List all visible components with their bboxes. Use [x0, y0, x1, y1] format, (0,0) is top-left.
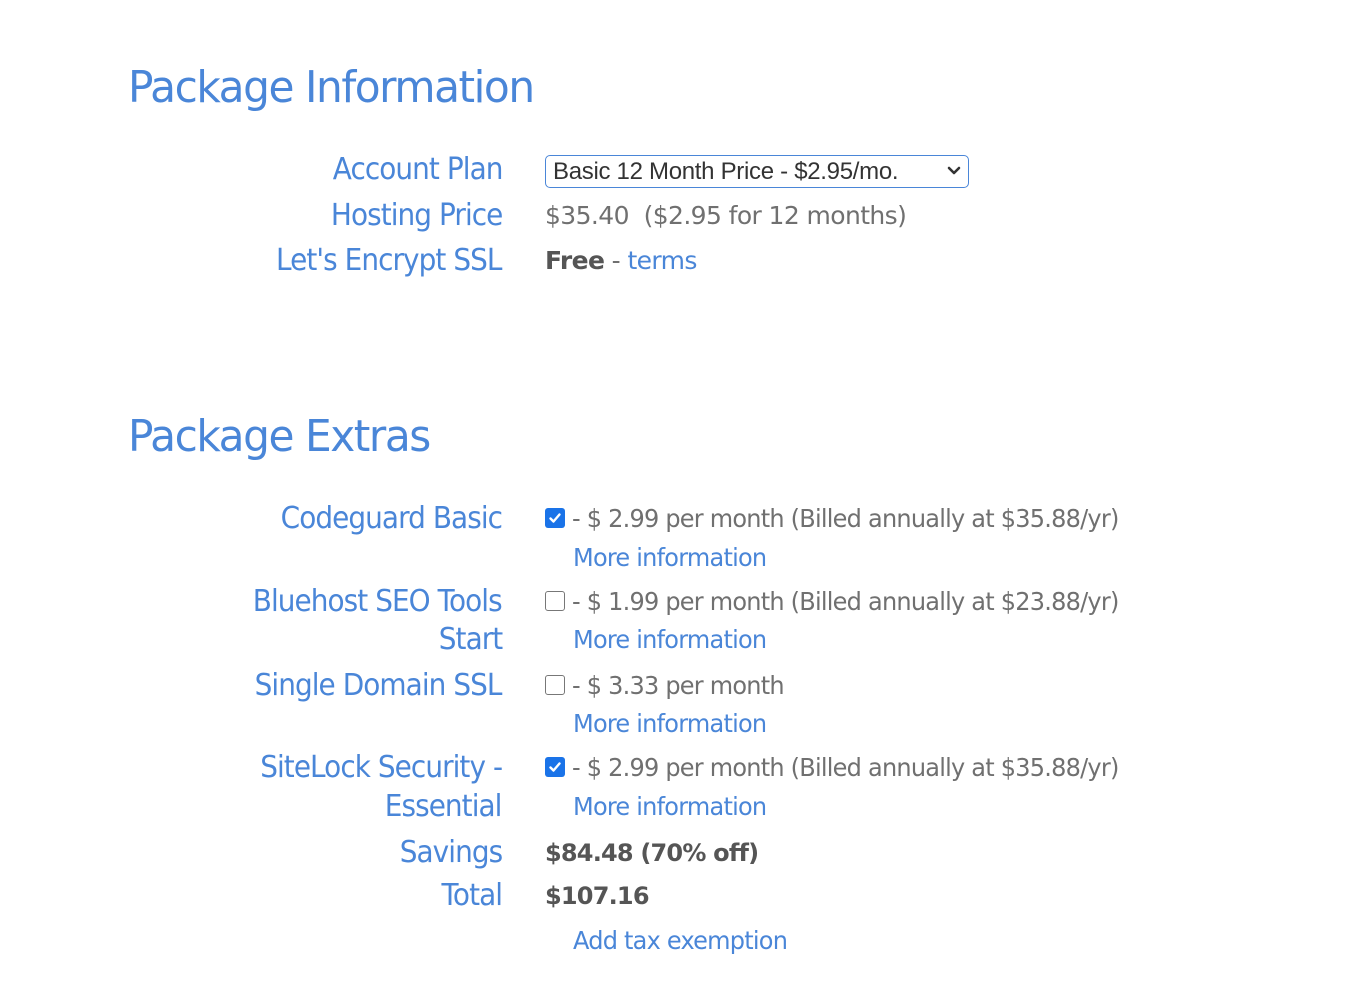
- seo-tools-price: - $ 1.99 per month (Billed annually at $…: [572, 587, 1119, 616]
- sitelock-more-info-link[interactable]: More information: [573, 788, 767, 826]
- ssl-terms-link[interactable]: terms: [627, 246, 697, 275]
- package-extras-heading: Package Extras: [128, 411, 431, 462]
- extra-label-line2: Essential: [385, 789, 503, 824]
- single-domain-ssl-price: - $ 3.33 per month: [572, 671, 785, 700]
- hosting-price-label: Hosting Price: [330, 198, 502, 233]
- codeguard-more-info-link[interactable]: More information: [573, 539, 767, 577]
- codeguard-price: - $ 2.99 per month (Billed annually at $…: [572, 504, 1119, 533]
- savings-value: $84.48 (70% off): [545, 839, 759, 867]
- package-information-heading: Package Information: [128, 62, 535, 113]
- extra-label: SiteLock Security -: [260, 750, 503, 785]
- extra-label: Single Domain SSL: [255, 668, 503, 703]
- single-domain-ssl-more-info-link[interactable]: More information: [573, 705, 767, 743]
- total-label: Total: [441, 878, 502, 913]
- seo-tools-checkbox[interactable]: [545, 591, 565, 611]
- savings-label: Savings: [399, 835, 503, 870]
- single-domain-ssl-checkbox[interactable]: [545, 675, 565, 695]
- total-value: $107.16: [545, 882, 650, 910]
- account-plan-selected-value: Basic 12 Month Price - $2.95/mo.: [553, 158, 899, 185]
- sitelock-checkbox[interactable]: [545, 757, 565, 777]
- ssl-label: Let's Encrypt SSL: [276, 243, 502, 278]
- extra-label: Codeguard Basic: [280, 501, 503, 536]
- account-plan-label: Account Plan: [332, 152, 503, 187]
- seo-tools-more-info-link[interactable]: More information: [573, 621, 767, 659]
- codeguard-checkbox[interactable]: [545, 508, 565, 528]
- ssl-free-value: Free: [545, 246, 605, 275]
- extra-label: Bluehost SEO Tools: [253, 584, 503, 619]
- sitelock-price: - $ 2.99 per month (Billed annually at $…: [572, 753, 1119, 782]
- hosting-price-value: $35.40 ($2.95 for 12 months): [545, 201, 907, 230]
- extra-label-line2: Start: [438, 622, 502, 657]
- ssl-value-group: Free - terms: [545, 242, 697, 280]
- checkmark-icon: [549, 513, 561, 523]
- ssl-separator: -: [604, 246, 628, 275]
- checkmark-icon: [549, 762, 561, 772]
- chevron-down-icon: [947, 166, 961, 175]
- add-tax-exemption-link[interactable]: Add tax exemption: [573, 922, 788, 960]
- account-plan-select[interactable]: Basic 12 Month Price - $2.95/mo.: [545, 155, 969, 188]
